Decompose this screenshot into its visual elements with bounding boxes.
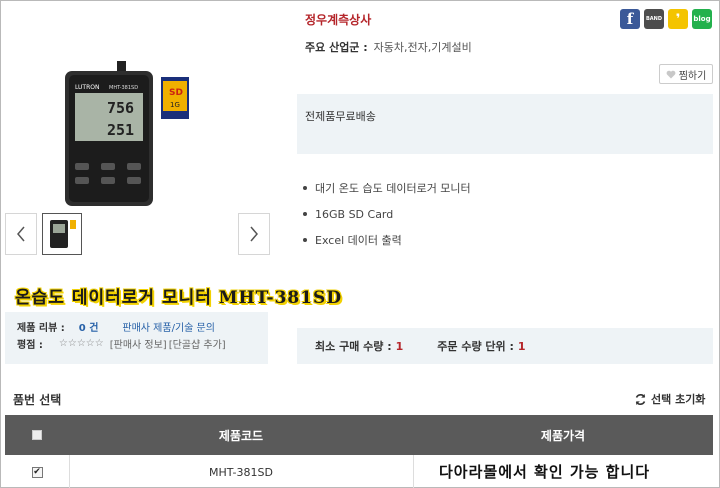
svg-text:251: 251: [107, 121, 134, 139]
overlay-caption: 다아라몰에서 확인 가능 합니다: [439, 461, 651, 482]
blog-icon: blog: [693, 15, 711, 23]
option-title: 품번 선택: [13, 393, 62, 407]
wish-label: 찜하기: [678, 70, 707, 82]
shipping-text: 전제품무료배송: [305, 110, 376, 123]
industry-value: 자동차,전자,기계설비: [373, 41, 472, 54]
svg-text:756: 756: [107, 99, 134, 117]
header-code: 제품코드: [218, 428, 264, 443]
gallery-next-button[interactable]: [238, 213, 270, 255]
feature-item: 16GB SD Card: [303, 201, 471, 227]
reset-selection-button[interactable]: 선택 초기화: [634, 391, 705, 407]
gallery-prev-button[interactable]: [5, 213, 37, 255]
feature-item: Excel 데이터 출력: [303, 227, 471, 253]
shipping-notice: 전제품무료배송: [297, 94, 713, 154]
review-label: 제품 리뷰 :: [17, 323, 65, 334]
industry-info: 주요 산업군 : 자동차,전자,기계설비: [305, 39, 472, 55]
option-table-header: 제품코드 제품가격: [5, 415, 713, 455]
add-favorite-shop-link[interactable]: [단골샵 추가]: [169, 336, 226, 351]
min-quantity-value: 1: [395, 339, 404, 353]
chevron-right-icon: [250, 226, 258, 242]
chevron-left-icon: [17, 226, 25, 242]
gallery-thumbnail[interactable]: [42, 213, 82, 255]
svg-text:SD: SD: [169, 88, 183, 98]
heart-icon: [666, 70, 676, 78]
shop-name[interactable]: 정우계측상사: [305, 11, 371, 28]
order-unit-label: 주문 수량 단위 :: [437, 340, 514, 353]
row-checkbox[interactable]: ✔: [31, 466, 43, 478]
svg-text:1G: 1G: [170, 101, 180, 109]
wish-button[interactable]: 찜하기: [659, 64, 713, 84]
min-quantity-label: 최소 구매 수량 :: [315, 340, 392, 353]
inquiry-link[interactable]: 판매사 제품/기술 문의: [122, 319, 215, 334]
industry-label: 주요 산업군 :: [305, 41, 368, 54]
kakaostory-icon: ❜: [675, 11, 681, 27]
row-product-code: MHT-381SD: [209, 465, 273, 479]
review-summary: 제품 리뷰 : 0 건 판매사 제품/기술 문의 평점 : ☆☆☆☆☆ [판매사…: [5, 312, 268, 364]
product-detail-panel: LUTRON MHT-381SD 756 251 SD 1G 온습도 데이터로거…: [0, 0, 720, 488]
feature-item: 대기 온도 습도 데이터로거 모니터: [303, 175, 471, 201]
order-unit-value: 1: [517, 339, 526, 353]
band-share-button[interactable]: BAND: [644, 9, 664, 29]
select-all-checkbox[interactable]: [32, 430, 42, 440]
header-price: 제품가격: [540, 428, 586, 443]
blog-share-button[interactable]: blog: [692, 9, 712, 29]
facebook-icon: f: [626, 10, 634, 28]
kakaostory-share-button[interactable]: ❜: [668, 9, 688, 29]
rating-label: 평점 :: [17, 340, 43, 351]
product-main-image[interactable]: LUTRON MHT-381SD 756 251 SD 1G: [61, 59, 191, 209]
reset-label: 선택 초기화: [651, 393, 706, 406]
facebook-share-button[interactable]: f: [620, 9, 640, 29]
seller-info-link[interactable]: [판매사 정보]: [110, 336, 167, 351]
review-count[interactable]: 0 건: [79, 319, 99, 334]
svg-text:MHT-381SD: MHT-381SD: [109, 85, 138, 91]
rating-stars: ☆☆☆☆☆: [58, 338, 104, 349]
svg-text:LUTRON: LUTRON: [75, 84, 99, 91]
quantity-info: 최소 구매 수량 : 1 주문 수량 단위 : 1: [297, 328, 713, 364]
product-title: 온습도 데이터로거 모니터 MHT-381SD: [15, 288, 343, 308]
refresh-icon: [635, 393, 646, 405]
band-icon: BAND: [645, 16, 662, 22]
feature-list: 대기 온도 습도 데이터로거 모니터 16GB SD Card Excel 데이…: [303, 175, 471, 253]
